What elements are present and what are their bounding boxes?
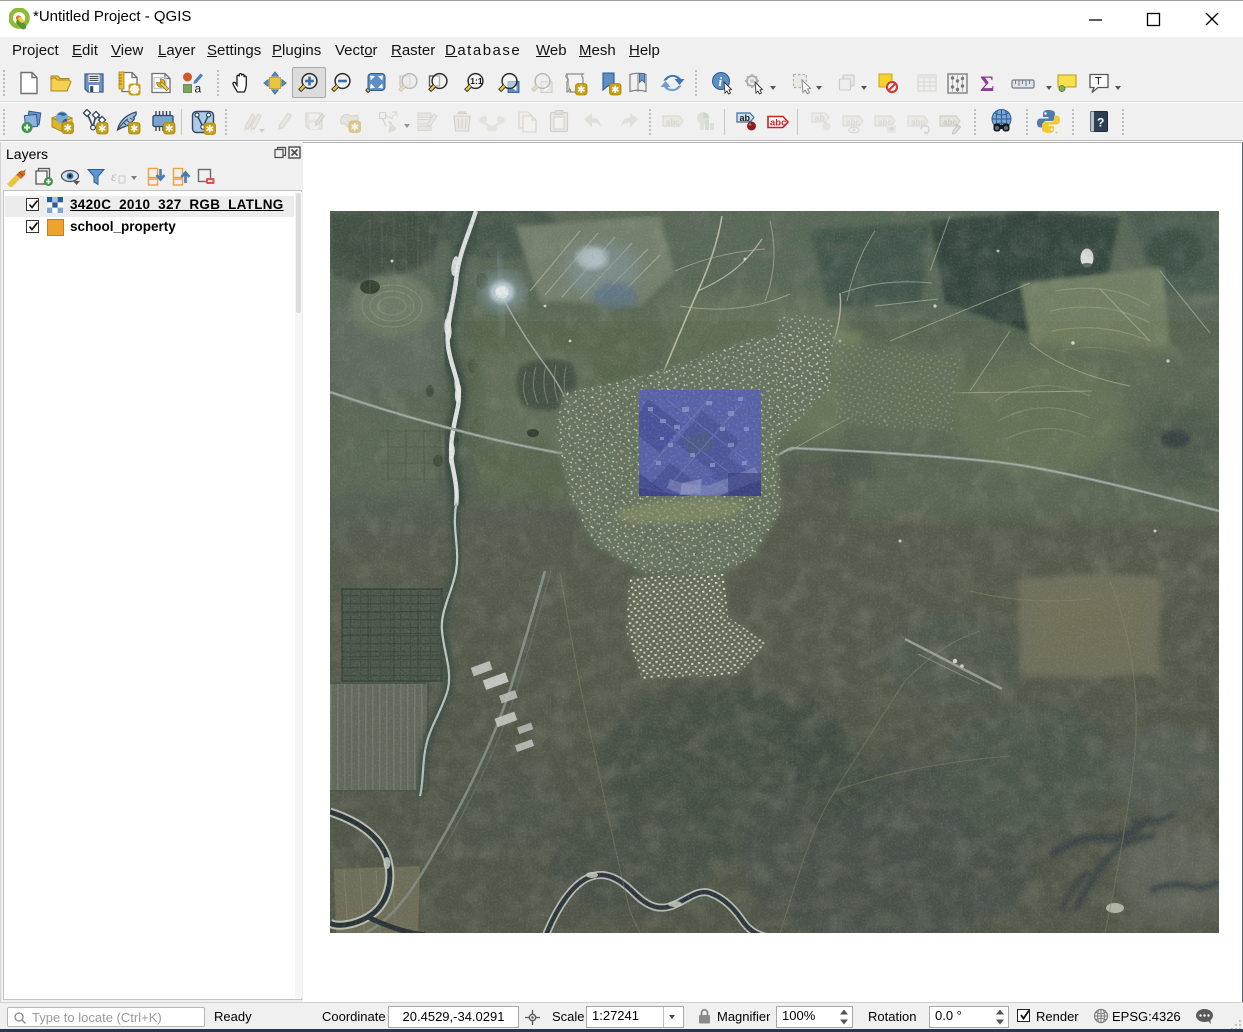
svg-text:ab: ab [815,113,826,123]
svg-text:a: a [195,82,202,96]
svg-text:Σ: Σ [980,71,994,95]
svg-text:1:1: 1:1 [470,76,483,86]
svg-text:?: ? [1097,116,1104,130]
svg-text:i: i [719,74,723,89]
svg-text:abc: abc [770,118,786,129]
svg-text:ε: ε [111,170,117,185]
svg-text:T: T [1095,76,1102,88]
